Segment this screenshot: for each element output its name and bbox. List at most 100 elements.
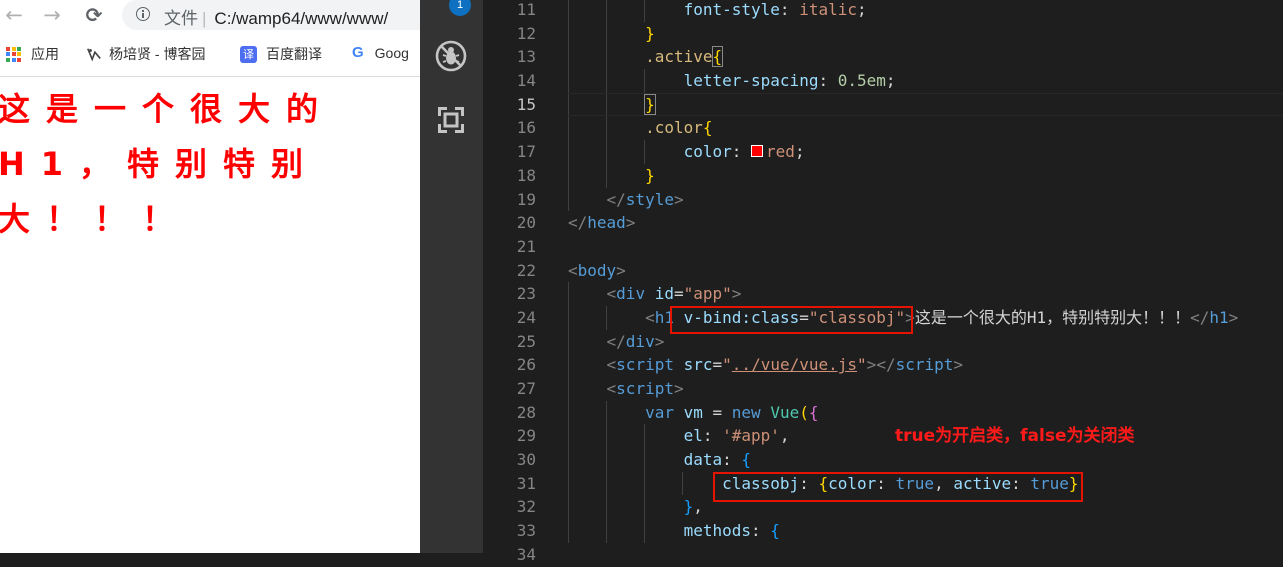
- color-swatch-icon[interactable]: [751, 145, 764, 158]
- code-token: script: [616, 379, 674, 398]
- code-line[interactable]: 18 }: [483, 163, 1283, 188]
- reload-icon[interactable]: ⟳: [82, 2, 106, 28]
- address-bar-text[interactable]: 文件 | C:/wamp64/www/www/: [164, 4, 388, 29]
- code-token: ;: [856, 0, 867, 19]
- line-number: 16: [516, 118, 536, 138]
- code-text: letter-spacing: 0.5em;: [568, 69, 896, 93]
- code-line[interactable]: 16 .color{: [483, 116, 1283, 141]
- indent-guide: [606, 92, 607, 117]
- bookmark-apps[interactable]: 应用: [6, 44, 59, 64]
- code-text: </style>: [568, 188, 684, 212]
- code-line[interactable]: 22 <body>: [483, 259, 1283, 283]
- code-token: div: [625, 331, 655, 351]
- line-number: 18: [516, 165, 536, 185]
- code-line[interactable]: 12 }: [483, 21, 1283, 46]
- code-line[interactable]: 13 .active{: [483, 45, 1283, 70]
- code-token: :: [751, 521, 771, 541]
- code-token: ,: [693, 497, 703, 517]
- line-number: 28: [516, 402, 536, 422]
- code-token: el: [683, 426, 703, 446]
- code-line[interactable]: 11 font-style: italic;: [483, 0, 1283, 22]
- code-text: <div id="app">: [568, 282, 742, 306]
- code-line[interactable]: 30 data: {: [483, 448, 1283, 472]
- code-token: {: [770, 521, 780, 541]
- code-text: <script src="../vue/vue.js"></script>: [568, 353, 963, 377]
- code-token: script: [895, 355, 954, 375]
- code-line[interactable]: 21: [483, 235, 1283, 259]
- no-debug-icon[interactable]: [434, 39, 468, 73]
- highlight-box-classobj: [713, 472, 1083, 502]
- code-line[interactable]: 27 <script>: [483, 377, 1283, 401]
- code-token: >: [616, 260, 626, 280]
- address-bar[interactable]: 文件 | C:/wamp64/www/www/: [122, 0, 420, 30]
- line-number: 27: [516, 379, 536, 398]
- code-token: {: [711, 46, 724, 68]
- code-token: "app": [683, 284, 732, 304]
- google-icon: G: [352, 44, 364, 61]
- code-token: >: [654, 331, 665, 351]
- code-token: >: [953, 355, 964, 375]
- code-editor[interactable]: 11 font-style: italic; 12 } 13 .active{14 …: [483, 0, 1283, 564]
- back-arrow-icon[interactable]: ←: [2, 2, 26, 28]
- remote-explorer-icon[interactable]: [434, 103, 468, 137]
- code-line[interactable]: 14 letter-spacing: 0.5em;: [483, 69, 1283, 93]
- code-line[interactable]: 29 el: '#app',: [483, 424, 1283, 449]
- code-line[interactable]: 19 </style>: [483, 187, 1283, 212]
- code-line[interactable]: 17 color: red;: [483, 140, 1283, 164]
- code-line[interactable]: 20 </head>: [483, 211, 1283, 235]
- code-token: </: [1190, 307, 1210, 327]
- code-line[interactable]: 15 }: [483, 92, 1283, 117]
- code-token: style: [625, 189, 674, 209]
- code-text: },: [568, 495, 703, 519]
- code-token: h1: [1209, 307, 1229, 327]
- code-token: </: [606, 331, 626, 351]
- code-token: .color: [645, 118, 703, 138]
- bookmark-label: 百度翻译: [266, 46, 322, 62]
- code-token: methods: [683, 521, 752, 541]
- code-token: >: [866, 355, 877, 375]
- code-line[interactable]: 33 methods: {: [483, 519, 1283, 543]
- code-line[interactable]: 34: [483, 543, 1283, 567]
- code-token: </: [876, 355, 896, 375]
- code-token: <: [606, 284, 617, 304]
- info-icon[interactable]: [136, 7, 150, 21]
- activity-bar: [420, 0, 483, 553]
- address-separator: |: [202, 9, 207, 28]
- code-token: >: [673, 379, 684, 398]
- code-text: font-style: italic;: [568, 0, 867, 22]
- indent-guide: [568, 92, 569, 117]
- bookmark-google[interactable]: G Goog: [352, 44, 409, 61]
- code-token: 这是一个很大的H1，特别特别大！！！: [914, 307, 1191, 327]
- code-line[interactable]: 26 <script src="../vue/vue.js"></script>: [483, 353, 1283, 377]
- forward-arrow-icon[interactable]: →: [40, 2, 64, 28]
- cnblogs-icon: [86, 46, 102, 62]
- code-token: '#app': [722, 426, 780, 446]
- code-token: >: [731, 284, 742, 304]
- code-token: ../vue/vue.js: [731, 355, 858, 375]
- code-text: .active{: [568, 45, 724, 69]
- code-token: <: [568, 260, 578, 280]
- code-line[interactable]: 28 var vm = new Vue({: [483, 400, 1283, 425]
- bookmark-cnblogs[interactable]: 杨培贤 - 博客园: [86, 44, 205, 64]
- code-token: ": [857, 355, 867, 375]
- code-token: new: [731, 402, 761, 422]
- bookmark-baidu-translate[interactable]: 译 百度翻译: [240, 44, 322, 64]
- code-token: (: [799, 402, 809, 422]
- code-token: </: [568, 213, 588, 233]
- apps-grid-icon: [6, 46, 21, 62]
- code-text: methods: {: [568, 519, 780, 543]
- code-token: :: [722, 450, 742, 470]
- code-token: :: [779, 0, 800, 19]
- code-line[interactable]: 23 <div id="app">: [483, 282, 1283, 306]
- code-token: ;: [885, 71, 896, 91]
